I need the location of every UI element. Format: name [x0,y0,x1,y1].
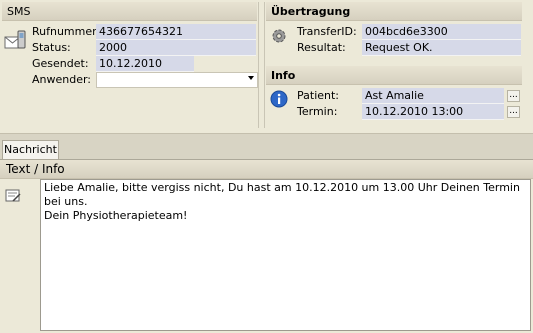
user-select[interactable] [96,72,258,88]
user-label: Anwender: [32,73,92,86]
transfer-id-label: TransferID: [297,25,357,38]
sms-icon [4,30,28,52]
info-panel-title: Info [271,69,296,82]
patient-ellipsis-button[interactable]: ... [507,90,520,102]
transfer-panel-header: Übertragung [266,2,522,21]
message-text[interactable]: Liebe Amalie, bitte vergiss nicht, Du ha… [40,179,531,331]
patient-label: Patient: [297,89,340,102]
sms-panel-title: SMS [7,5,31,18]
info-icon [270,90,288,108]
transfer-id-value: 004bcd6e3300 [362,24,521,40]
appointment-value: 10.12.2010 13:00 [362,104,504,120]
appointment-ellipsis-button[interactable]: ... [507,106,520,118]
tab-strip [0,133,533,159]
result-label: Resultat: [297,41,346,54]
patient-value: Ast Amalie [362,88,504,104]
sms-panel-header: SMS [2,2,257,21]
tab-nachricht[interactable]: Nachricht [2,140,59,159]
info-panel-header: Info [266,66,522,85]
tab-nachricht-label: Nachricht [4,143,57,156]
result-value: Request OK. [362,40,521,56]
sms-panel-divider [258,2,259,128]
user-select-value [97,73,100,86]
transfer-panel-divider [264,2,265,128]
transfer-panel-title: Übertragung [271,5,351,18]
status-value: 2000 [96,40,256,56]
gear-icon [270,27,288,45]
appointment-label: Termin: [297,105,338,118]
note-icon [4,187,22,205]
chevron-down-icon[interactable] [248,76,254,80]
phone-number-label: Rufnummer: [32,25,101,38]
phone-number-value: 436677654321 [96,24,256,40]
status-label: Status: [32,41,71,54]
sent-date-value: 10.12.2010 [96,56,194,72]
message-header-title: Text / Info [6,162,65,176]
sent-date-label: Gesendet: [32,57,89,70]
message-header: Text / Info [0,159,533,179]
